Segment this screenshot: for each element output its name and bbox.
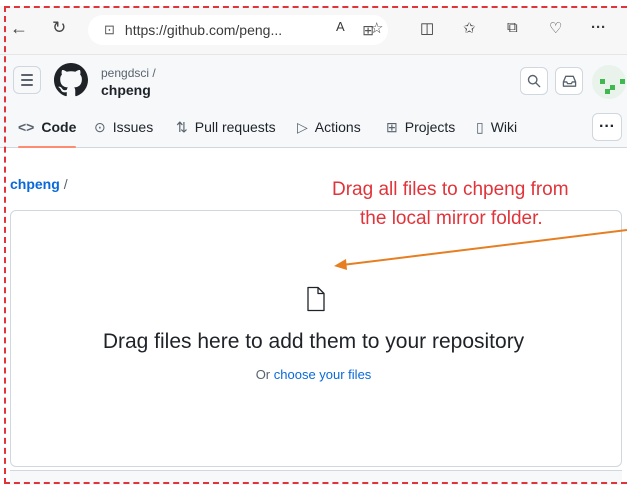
page-info-icon[interactable]: ⊡ xyxy=(104,22,115,38)
tab-actions[interactable]: ▷ Actions xyxy=(297,107,361,147)
github-header: pengdsci / chpeng xyxy=(0,55,627,107)
repo-owner[interactable]: pengdsci / xyxy=(101,66,156,80)
dropzone-title: Drag files here to add them to your repo… xyxy=(102,330,525,353)
book-icon: ▯ xyxy=(476,118,484,135)
commit-panel-edge xyxy=(10,470,622,485)
split-screen-icon[interactable]: ◫ xyxy=(420,19,434,37)
tab-label: Pull requests xyxy=(194,119,276,135)
tab-label: Actions xyxy=(314,119,361,135)
more-tabs-button[interactable]: ··· xyxy=(592,113,622,141)
browser-essentials-icon[interactable]: ♡ xyxy=(549,19,562,37)
back-button[interactable]: ← xyxy=(10,18,28,39)
collections-icon[interactable]: ⧉ xyxy=(507,19,518,36)
browser-menu-icon[interactable]: ··· xyxy=(591,19,606,36)
pull-request-icon: ⇅ xyxy=(176,118,188,135)
reload-button[interactable]: ↻ xyxy=(52,18,66,38)
inbox-icon xyxy=(562,75,576,87)
play-icon: ▷ xyxy=(297,118,308,135)
annotation-line-1: Drag all files to chpeng from xyxy=(332,179,569,200)
inbox-button[interactable] xyxy=(555,67,583,95)
search-icon xyxy=(527,74,541,88)
tab-label: Issues xyxy=(112,119,154,135)
tab-wiki[interactable]: ▯ Wiki xyxy=(476,107,517,147)
menu-button[interactable] xyxy=(13,66,41,94)
tab-projects[interactable]: ⊞ Projects xyxy=(386,107,455,147)
read-aloud-icon[interactable]: A xyxy=(336,19,345,34)
issue-icon: ⊙ xyxy=(94,118,106,135)
tab-label: Projects xyxy=(404,119,456,135)
search-button[interactable] xyxy=(520,67,548,95)
table-icon: ⊞ xyxy=(386,118,398,135)
url-text: https://github.com/peng... xyxy=(124,22,283,38)
tab-label: Code xyxy=(41,119,77,135)
choose-files-link[interactable]: choose your files xyxy=(274,367,372,382)
repo-tabs: <> Code ⊙ Issues ⇅ Pull requests ▷ Actio… xyxy=(0,107,627,148)
tab-code[interactable]: <> Code xyxy=(18,107,77,148)
dropzone-sub-prefix: Or xyxy=(255,367,274,382)
favorites-icon[interactable]: ✩ xyxy=(463,19,476,37)
github-logo-icon[interactable] xyxy=(54,63,88,97)
code-icon: <> xyxy=(18,119,35,135)
tab-pull-requests[interactable]: ⇅ Pull requests xyxy=(176,107,276,147)
browser-toolbar: ← ↻ ⊡ https://github.com/peng... ⊞ A ☆ ◫… xyxy=(0,6,627,55)
tab-label: Wiki xyxy=(490,119,518,135)
breadcrumb: chpeng / xyxy=(10,176,68,192)
annotation-line-2: the local mirror folder. xyxy=(360,208,543,229)
favorite-star-icon[interactable]: ☆ xyxy=(370,19,383,37)
file-icon xyxy=(307,286,325,312)
dropzone-subtitle: Or choose your files xyxy=(0,367,627,382)
breadcrumb-repo-link[interactable]: chpeng xyxy=(10,176,60,192)
repo-name[interactable]: chpeng xyxy=(101,82,151,98)
avatar[interactable] xyxy=(592,65,626,99)
breadcrumb-separator: / xyxy=(63,176,68,192)
tab-issues[interactable]: ⊙ Issues xyxy=(94,107,153,147)
